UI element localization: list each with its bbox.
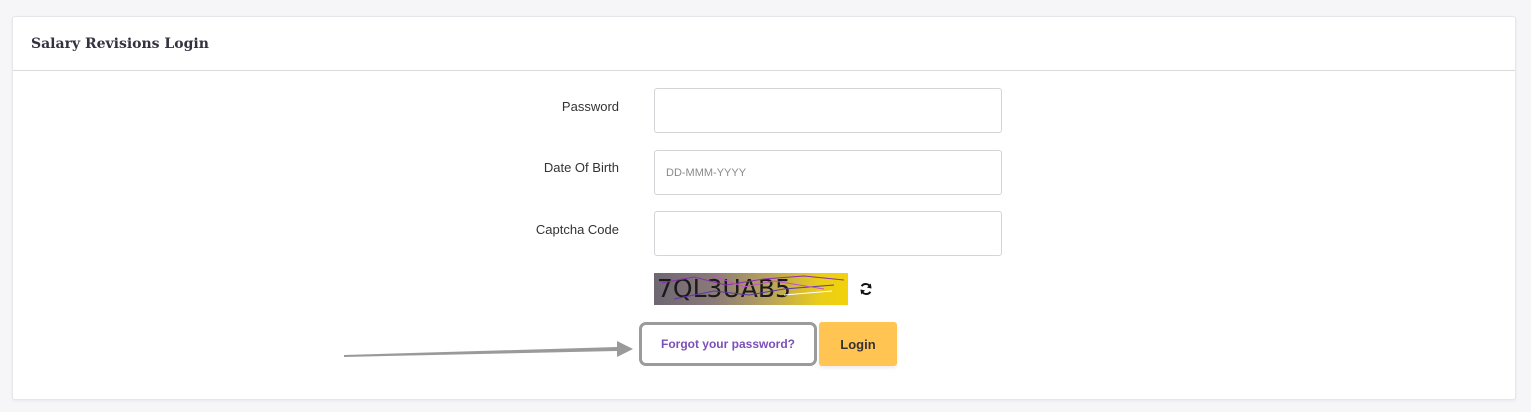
captcha-image: 7QL3UAB5 [654,273,848,305]
captcha-noise [661,275,845,300]
forgot-password-highlight: Forgot your password? [639,322,817,366]
forgot-password-link[interactable]: Forgot your password? [661,337,795,351]
dob-input[interactable] [654,150,1002,195]
captcha-row: 7QL3UAB5 [654,273,873,305]
password-input[interactable] [654,88,1002,133]
dob-label: Date Of Birth [543,160,619,175]
captcha-input[interactable] [654,211,1002,256]
card-header: Salary Revisions Login [13,17,1515,71]
page-title: Salary Revisions Login [31,35,209,52]
captcha-label: Captcha Code [535,222,619,237]
arrow-right-icon [344,341,633,357]
password-label: Password [561,99,619,114]
login-button[interactable]: Login [819,322,897,366]
login-card: Salary Revisions Login Password Date Of … [12,16,1516,400]
refresh-icon[interactable] [859,282,873,296]
